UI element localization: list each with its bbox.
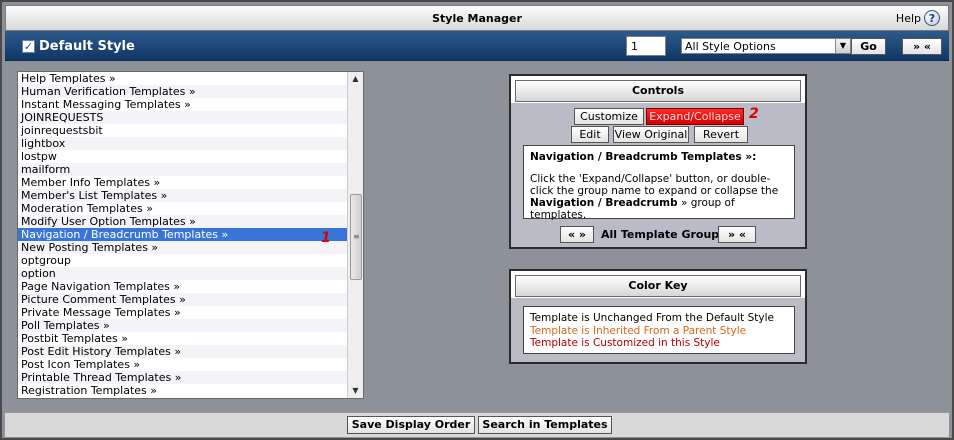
template-list-item[interactable]: Instant Messaging Templates » bbox=[18, 98, 348, 111]
template-list-item[interactable]: Printable Thread Templates » bbox=[18, 371, 348, 384]
color-key-list: Template is Unchanged From the Default S… bbox=[523, 306, 795, 354]
template-list-item[interactable]: optgroup bbox=[18, 254, 348, 267]
controls-title: Controls bbox=[515, 80, 801, 102]
template-list-item[interactable]: JOINREQUESTS bbox=[18, 111, 348, 124]
template-list-item[interactable]: option bbox=[18, 267, 348, 280]
template-list-item[interactable]: Page Navigation Templates » bbox=[18, 280, 348, 293]
list-scrollbar[interactable]: ▲ ≡ ▼ bbox=[347, 72, 363, 398]
scroll-down-icon[interactable]: ▼ bbox=[348, 384, 363, 398]
page-title: Style Manager bbox=[432, 12, 522, 25]
template-list-item[interactable]: Navigation / Breadcrumb Templates » bbox=[18, 228, 348, 241]
annotation-one: 1 bbox=[321, 230, 331, 246]
style-header-bar: ✓ Default Style 1 All Style Options ▼ Go… bbox=[5, 31, 949, 61]
color-key-customized: Template is Customized in this Style bbox=[530, 337, 720, 349]
style-name: Default Style bbox=[39, 39, 135, 54]
template-list-item[interactable]: lightbox bbox=[18, 137, 348, 150]
template-list-item[interactable]: Human Verification Templates » bbox=[18, 85, 348, 98]
expand-collapse-button[interactable]: Expand/Collapse bbox=[646, 108, 744, 125]
chevron-down-icon[interactable]: ▼ bbox=[835, 39, 850, 53]
controls-body: Customize Expand/Collapse 2 Edit View Or… bbox=[511, 103, 805, 247]
description-heading: Navigation / Breadcrumb Templates »: bbox=[530, 151, 757, 163]
template-list-item[interactable]: mailform bbox=[18, 163, 348, 176]
template-list-item[interactable]: lostpw bbox=[18, 150, 348, 163]
customize-button[interactable]: Customize bbox=[574, 108, 644, 125]
go-button[interactable]: Go bbox=[851, 38, 886, 55]
all-template-groups-label: All Template Groups bbox=[601, 228, 726, 241]
save-display-order-button[interactable]: Save Display Order bbox=[347, 416, 475, 434]
view-original-button[interactable]: View Original bbox=[613, 126, 689, 143]
template-description: Navigation / Breadcrumb Templates »: Cli… bbox=[523, 145, 795, 221]
controls-panel: Controls Customize Expand/Collapse 2 Edi… bbox=[509, 74, 807, 249]
expand-all-header-button[interactable]: » « bbox=[902, 38, 942, 55]
description-text: Click the 'Expand/Collapse' button, or d… bbox=[530, 173, 779, 197]
template-list-item[interactable]: joinrequestsbit bbox=[18, 124, 348, 137]
template-list-item[interactable]: Postbit Templates » bbox=[18, 332, 348, 345]
description-group-name: Navigation / Breadcrumb bbox=[530, 197, 678, 209]
template-list-item[interactable]: Moderation Templates » bbox=[18, 202, 348, 215]
template-list-item[interactable]: Registration Templates » bbox=[18, 384, 348, 397]
template-list-item[interactable]: Member Info Templates » bbox=[18, 176, 348, 189]
template-list-item[interactable]: Picture Comment Templates » bbox=[18, 293, 348, 306]
help-icon[interactable]: ? bbox=[924, 10, 940, 26]
collapse-all-button[interactable]: « » bbox=[560, 226, 594, 243]
color-key-title: Color Key bbox=[515, 275, 801, 297]
template-list-item[interactable]: New Posting Templates » bbox=[18, 241, 348, 254]
template-list-items: Help Templates » Human Verification Templ… bbox=[18, 72, 348, 397]
help-link[interactable]: Help ? bbox=[896, 10, 940, 26]
template-list-item[interactable]: Poll Templates » bbox=[18, 319, 348, 332]
template-list-item[interactable]: Member's List Templates » bbox=[18, 189, 348, 202]
template-list-item[interactable]: Post Edit History Templates » bbox=[18, 345, 348, 358]
revert-button[interactable]: Revert bbox=[694, 126, 748, 143]
footer-bar: Save Display Order Search in Templates bbox=[5, 412, 949, 437]
template-list-item[interactable]: Help Templates » bbox=[18, 72, 348, 85]
template-list-item[interactable]: Post Icon Templates » bbox=[18, 358, 348, 371]
style-manager-window: Style Manager Help ? ✓ Default Style 1 A… bbox=[0, 0, 954, 440]
style-checkbox[interactable]: ✓ bbox=[22, 40, 35, 53]
help-label[interactable]: Help bbox=[896, 12, 921, 25]
template-list[interactable]: Help Templates » Human Verification Templ… bbox=[17, 71, 364, 399]
expand-all-groups-button[interactable]: » « bbox=[718, 226, 756, 243]
search-in-templates-button[interactable]: Search in Templates bbox=[478, 416, 612, 434]
scrollbar-thumb[interactable]: ≡ bbox=[350, 194, 362, 280]
style-options-selected: All Style Options bbox=[685, 40, 776, 53]
scroll-up-icon[interactable]: ▲ bbox=[348, 72, 363, 86]
annotation-two: 2 bbox=[749, 106, 759, 122]
template-list-item[interactable]: Private Message Templates » bbox=[18, 306, 348, 319]
style-options-select[interactable]: All Style Options ▼ bbox=[681, 38, 851, 54]
template-list-item[interactable]: Modify User Option Templates » bbox=[18, 215, 348, 228]
title-bar: Style Manager Help ? bbox=[5, 5, 949, 31]
color-key-body: Template is Unchanged From the Default S… bbox=[511, 298, 805, 362]
edit-button[interactable]: Edit bbox=[571, 126, 609, 143]
color-key-panel: Color Key Template is Unchanged From the… bbox=[509, 269, 807, 364]
color-key-unchanged: Template is Unchanged From the Default S… bbox=[530, 312, 774, 324]
color-key-inherited: Template is Inherited From a Parent Styl… bbox=[530, 324, 747, 337]
display-order-input[interactable]: 1 bbox=[626, 36, 666, 56]
